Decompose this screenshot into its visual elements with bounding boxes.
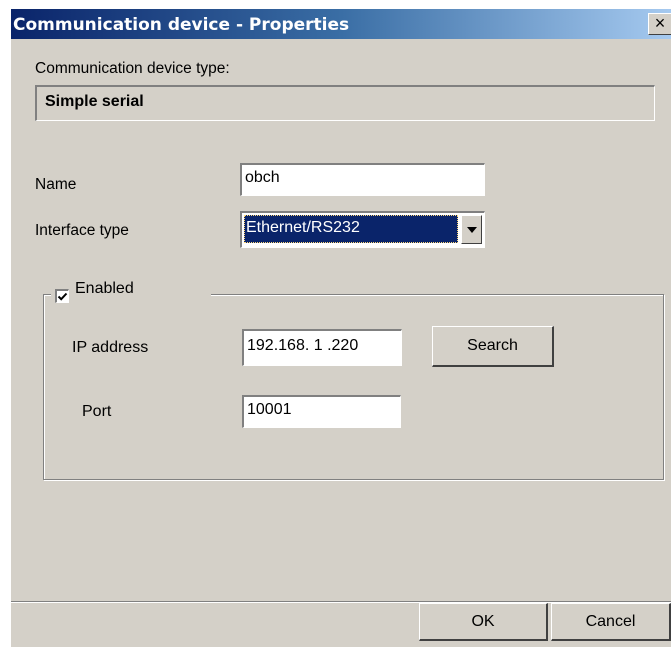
search-button[interactable]: Search [432,326,554,367]
interface-type-select[interactable]: Ethernet/RS232 [240,211,485,248]
enabled-label[interactable]: Enabled [75,280,134,298]
chevron-down-icon[interactable] [461,215,482,244]
ok-button[interactable]: OK [419,603,548,641]
interface-type-label: Interface type [35,222,129,239]
title-bar[interactable]: Communication device - Properties × [11,9,671,39]
enabled-checkbox[interactable] [55,289,69,303]
device-type-label: Communication device type: [35,60,230,77]
ip-address-label: IP address [72,339,149,356]
properties-dialog: Communication device - Properties × Comm… [10,8,671,647]
name-field[interactable]: obch [240,163,485,196]
window-title: Communication device - Properties [13,15,350,35]
close-button[interactable]: × [648,13,671,35]
device-type-box: Simple serial [35,85,655,121]
close-icon: × [654,13,666,33]
checkmark-icon [57,292,68,301]
ip-address-field[interactable]: 192.168. 1 .220 [242,329,402,366]
port-label: Port [82,403,112,420]
port-field[interactable]: 10001 [242,395,401,428]
enabled-groupbox [43,294,664,480]
name-label: Name [35,176,77,193]
device-type-value: Simple serial [45,93,144,110]
cancel-button[interactable]: Cancel [551,603,671,641]
interface-type-value: Ethernet/RS232 [244,215,458,243]
